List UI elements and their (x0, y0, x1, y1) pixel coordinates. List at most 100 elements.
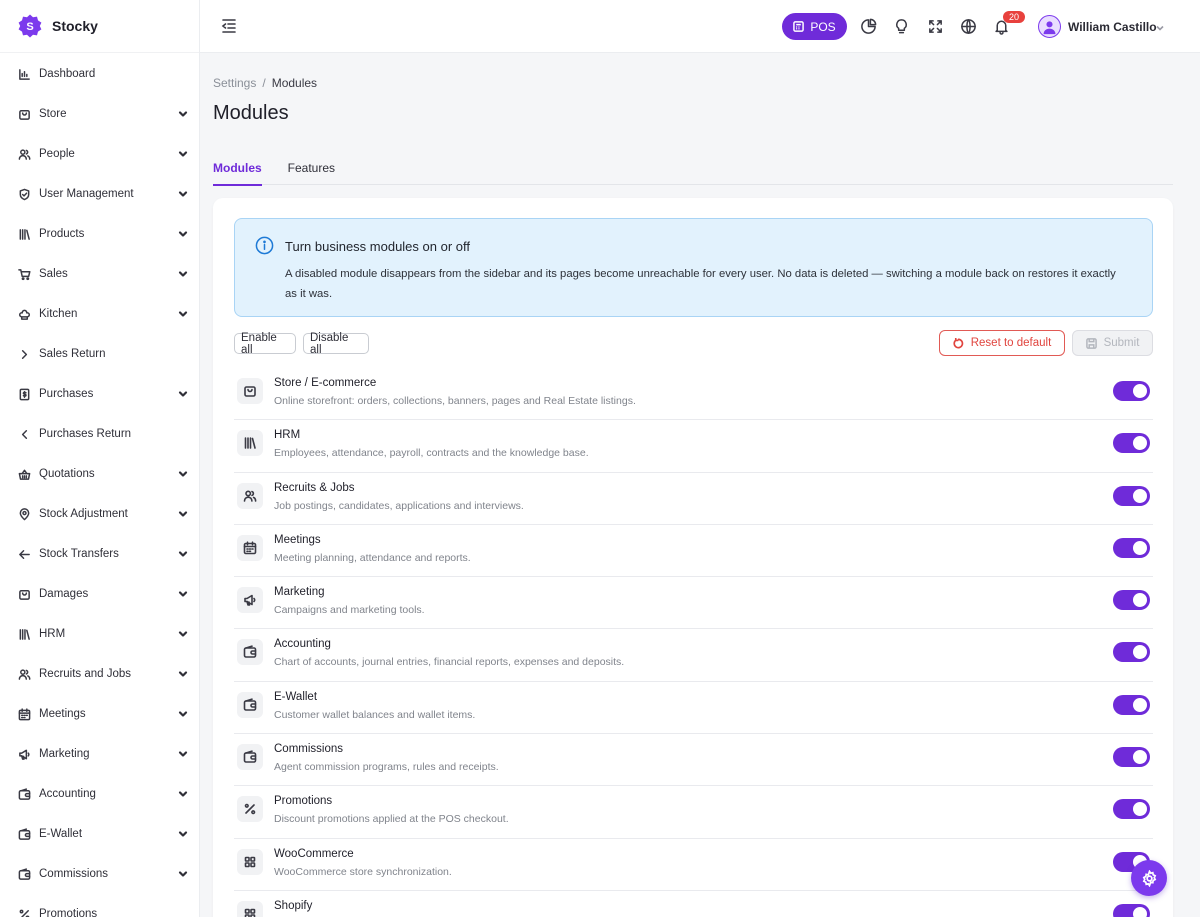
sidebar-item-commissions[interactable]: Commissions (0, 854, 199, 894)
sidebar-item-recruits-and-jobs[interactable]: Recruits and Jobs (0, 654, 199, 694)
module-row: Accounting Chart of accounts, journal ent… (234, 629, 1153, 682)
megaphone-icon (237, 587, 263, 614)
chevron-down-icon[interactable] (1155, 22, 1165, 32)
info-alert: Turn business modules on or off A disabl… (234, 218, 1153, 317)
stocky-logo-icon: S (18, 14, 42, 38)
module-toggle[interactable] (1113, 433, 1150, 454)
module-toggle[interactable] (1113, 642, 1150, 663)
sidebar-item-purchases[interactable]: Purchases (0, 374, 199, 414)
sidebar-item-label: Commissions (39, 868, 109, 880)
module-name: WooCommerce (274, 847, 354, 860)
module-toggle[interactable] (1113, 747, 1150, 768)
user-avatar-icon (1043, 21, 1056, 35)
breadcrumb: Settings / Modules (213, 76, 317, 90)
enable-all-button[interactable]: Enable all (234, 332, 296, 356)
alert-text: A disabled module disappears from the si… (285, 268, 1116, 300)
chevron-down-icon (178, 189, 188, 199)
sidebar-item-e-wallet[interactable]: E-Wallet (0, 814, 199, 854)
top-header: POS 20 William Castillo (200, 0, 1200, 53)
sidebar-item-stock-adjustment[interactable]: Stock Adjustment (0, 494, 199, 534)
pos-icon (793, 21, 805, 32)
info-icon (255, 236, 274, 255)
page-title: Modules (213, 102, 289, 124)
module-row: WooCommerce WooCommerce store synchroniza… (234, 839, 1153, 891)
submit-button[interactable]: Submit (1072, 330, 1153, 356)
reset-to-default-button[interactable]: Reset to default (939, 330, 1065, 356)
sidebar-item-label: Products (39, 228, 85, 240)
module-description: Meeting planning, attendance and reports… (274, 551, 471, 564)
bag-icon (17, 587, 31, 601)
module-row: Commissions Agent commission programs, ru… (234, 734, 1153, 787)
tab-features[interactable]: Features (288, 151, 335, 185)
sidebar-item-purchases-return[interactable]: Purchases Return (0, 414, 199, 454)
sidebar-item-kitchen[interactable]: Kitchen (0, 294, 199, 334)
pie-chart-icon[interactable] (859, 17, 877, 35)
sidebar-item-store[interactable]: Store (0, 94, 199, 134)
percent-icon (17, 907, 31, 917)
sidebar-item-label: Store (39, 108, 67, 120)
module-name: Marketing (274, 586, 325, 599)
breadcrumb-parent[interactable]: Settings (213, 76, 256, 90)
pos-label: POS (810, 19, 836, 34)
module-toggle[interactable] (1113, 381, 1150, 401)
wallet-icon (237, 691, 263, 718)
chevron-down-icon (178, 789, 188, 799)
library-icon (237, 430, 263, 457)
module-name: Accounting (274, 638, 331, 651)
sidebar-item-sales-return[interactable]: Sales Return (0, 334, 199, 374)
sidebar: S Stocky Dashboard Store People User Manage… (0, 0, 200, 917)
globe-icon[interactable] (959, 17, 977, 35)
sidebar-item-user-management[interactable]: User Management (0, 174, 199, 214)
sidebar-item-label: Quotations (39, 468, 95, 480)
fullscreen-icon[interactable] (926, 17, 944, 35)
wallet-icon (17, 867, 31, 881)
sidebar-item-quotations[interactable]: Quotations (0, 454, 199, 494)
chevron-down-icon (178, 709, 188, 719)
sidebar-item-stock-transfers[interactable]: Stock Transfers (0, 534, 199, 574)
module-toggle[interactable] (1113, 903, 1150, 917)
sidebar-item-label: Stock Transfers (39, 548, 119, 560)
module-description: Customer wallet balances and wallet item… (274, 708, 476, 721)
sidebar-item-dashboard[interactable]: Dashboard (0, 54, 199, 94)
sidebar-item-label: Damages (39, 588, 89, 600)
sidebar-item-hrm[interactable]: HRM (0, 614, 199, 654)
module-name: Shopify (274, 899, 313, 912)
chevron-down-icon (178, 829, 188, 839)
disable-all-button[interactable]: Disable all (303, 332, 369, 356)
sidebar-item-label: Kitchen (39, 308, 78, 320)
lightbulb-icon[interactable] (892, 17, 910, 35)
module-toggle[interactable] (1113, 694, 1150, 715)
sidebar-item-people[interactable]: People (0, 134, 199, 174)
avatar[interactable] (1038, 15, 1061, 38)
sidebar-item-label: Purchases Return (39, 428, 132, 440)
menu-toggle-icon[interactable] (220, 17, 238, 35)
brand[interactable]: S Stocky (0, 0, 199, 53)
sidebar-item-label: E-Wallet (39, 828, 83, 840)
sidebar-item-accounting[interactable]: Accounting (0, 774, 199, 814)
user-name[interactable]: William Castillo (1068, 20, 1157, 34)
chevron-down-icon (178, 669, 188, 679)
sidebar-item-sales[interactable]: Sales (0, 254, 199, 294)
sidebar-item-marketing[interactable]: Marketing (0, 734, 199, 774)
module-toggle[interactable] (1113, 537, 1150, 558)
tab-modules[interactable]: Modules (213, 151, 262, 186)
module-row: Shopify (234, 891, 1153, 917)
calendar-icon (237, 534, 263, 561)
chart-bar-icon (17, 67, 31, 81)
module-row: Meetings Meeting planning, attendance and… (234, 525, 1153, 578)
settings-fab[interactable] (1131, 860, 1167, 896)
sidebar-item-promotions[interactable]: Promotions (0, 894, 199, 917)
module-toggle[interactable] (1113, 799, 1150, 820)
library-icon (17, 227, 31, 241)
pos-button[interactable]: POS (782, 13, 847, 40)
module-description: Campaigns and marketing tools. (274, 604, 425, 617)
percent-icon (237, 796, 263, 823)
sidebar-item-damages[interactable]: Damages (0, 574, 199, 614)
sidebar-item-meetings[interactable]: Meetings (0, 694, 199, 734)
module-toggle[interactable] (1113, 590, 1150, 611)
invoice-icon (17, 387, 31, 401)
module-name: HRM (274, 429, 301, 442)
sidebar-item-products[interactable]: Products (0, 214, 199, 254)
chevron-down-icon (178, 629, 188, 639)
module-toggle[interactable] (1113, 485, 1150, 506)
